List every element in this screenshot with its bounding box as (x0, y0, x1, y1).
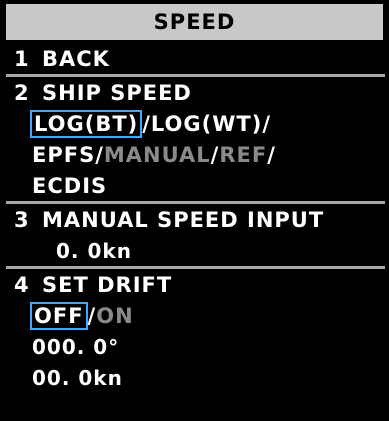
drift-angle-value[interactable]: 000. 0° (32, 335, 119, 359)
option-separator: / (87, 303, 97, 328)
menu-list: 1 BACK 2 SHIP SPEED LOG(BT) / LOG(WT) / … (6, 43, 385, 393)
option-log-wt[interactable]: LOG(WT) (151, 112, 262, 136)
option-ecdis[interactable]: ECDIS (32, 174, 107, 198)
menu-item-number: 3 (14, 207, 30, 232)
menu-item-label: SET DRIFT (42, 272, 173, 297)
drift-toggle-on[interactable]: ON (96, 304, 133, 328)
menu-item-manual-speed-input[interactable]: 3 MANUAL SPEED INPUT 0. 0kn (6, 201, 385, 266)
manual-speed-value[interactable]: 0. 0kn (56, 239, 132, 263)
option-ref[interactable]: REF (219, 143, 267, 167)
menu-item-number: 4 (14, 272, 30, 297)
option-epfs[interactable]: EPFS (32, 143, 95, 167)
option-separator: / (210, 142, 220, 167)
option-separator: / (262, 111, 271, 136)
option-manual[interactable]: MANUAL (104, 143, 211, 167)
speed-menu-panel: SPEED 1 BACK 2 SHIP SPEED LOG(BT) / LOG(… (4, 4, 385, 421)
menu-item-number: 1 (14, 46, 30, 71)
menu-item-set-drift[interactable]: 4 SET DRIFT OFF / ON 000. 0° 00. 0kn (6, 266, 385, 393)
menu-item-label: MANUAL SPEED INPUT (42, 207, 325, 232)
option-separator: / (142, 111, 151, 136)
menu-title: SPEED (6, 4, 383, 40)
drift-toggle-off[interactable]: OFF (30, 301, 88, 330)
menu-item-label: SHIP SPEED (42, 80, 192, 105)
menu-item-number: 2 (14, 80, 30, 105)
drift-speed-value[interactable]: 00. 0kn (32, 366, 123, 390)
option-log-bt[interactable]: LOG(BT) (30, 109, 143, 138)
option-separator: / (267, 142, 276, 167)
menu-item-ship-speed[interactable]: 2 SHIP SPEED LOG(BT) / LOG(WT) / EPFS / … (6, 74, 385, 201)
option-separator: / (95, 142, 104, 167)
menu-item-label: BACK (42, 46, 110, 71)
menu-item-back[interactable]: 1 BACK (6, 43, 385, 74)
